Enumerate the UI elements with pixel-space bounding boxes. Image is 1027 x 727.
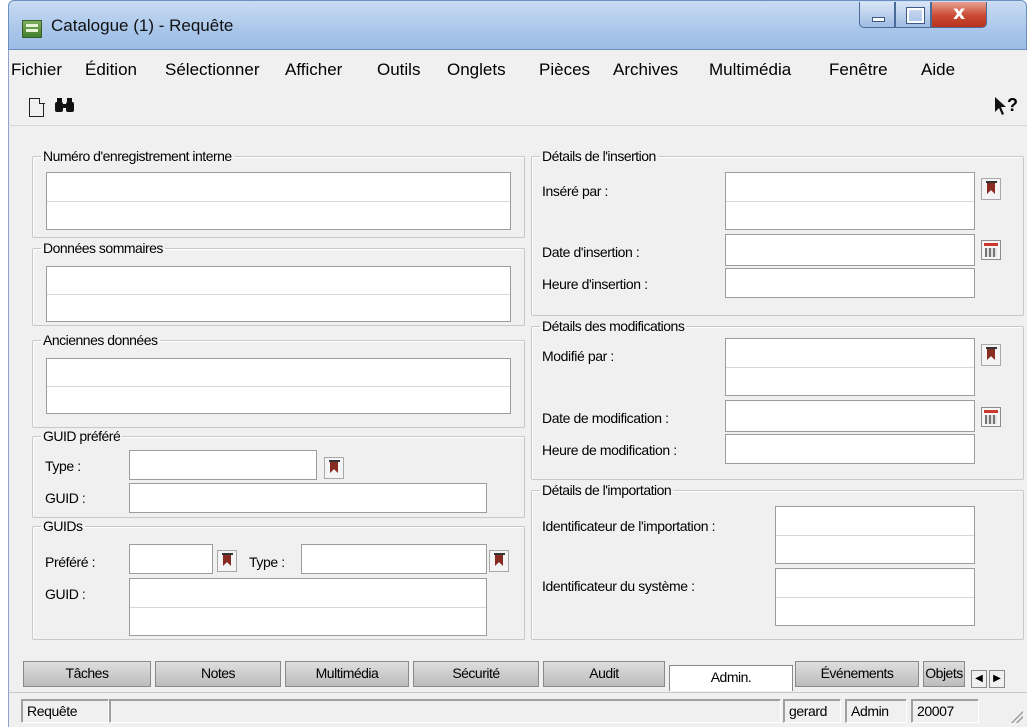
menu-bar: Fichier Édition Sélectionner Afficher Ou… [8,50,1027,88]
date-modification-label: Date de modification : [542,410,669,426]
legend-insertion: Détails de l'insertion [542,148,656,164]
menu-onglets[interactable]: Onglets [447,60,506,80]
menu-selectionner[interactable]: Sélectionner [165,60,260,80]
close-button[interactable] [931,2,987,28]
tab-securite[interactable]: Sécurité [413,661,539,687]
tab-bar: Tâches Notes Multimédia Sécurité Audit A… [8,656,1027,692]
numero-enregistrement-input[interactable] [46,172,511,230]
anciennes-donnees-input[interactable] [46,358,511,414]
date-insertion-input[interactable] [725,234,975,266]
window-title: Catalogue (1) - Requête [51,16,234,35]
ident-systeme-label: Identificateur du système : [542,578,695,594]
help-glyph: ? [1007,95,1018,115]
guid-prefere-type-lookup-icon[interactable] [324,457,344,479]
heure-modification-input[interactable] [725,434,975,464]
status-message [109,699,781,723]
guids-type-lookup-icon[interactable] [489,550,509,572]
insere-par-lookup-icon[interactable] [981,178,1001,200]
menu-outils[interactable]: Outils [377,60,420,80]
guids-prefere-input[interactable] [129,544,213,574]
tab-scroll-right-icon[interactable]: ▶ [989,670,1005,688]
insere-par-input[interactable] [725,172,975,230]
status-mode: Requête [21,699,109,723]
menu-archives[interactable]: Archives [613,60,678,80]
minimize-button[interactable] [859,2,895,28]
ident-importation-label: Identificateur de l'importation : [542,518,716,534]
tab-objets[interactable]: Objets [923,661,965,687]
legend-guids: GUIDs [43,518,83,534]
menu-edition[interactable]: Édition [85,60,137,80]
tab-audit[interactable]: Audit [543,661,665,687]
app-icon [22,20,42,38]
ident-importation-input[interactable] [775,506,975,564]
menu-afficher[interactable]: Afficher [285,60,342,80]
guid-prefere-type-input[interactable] [129,450,317,480]
status-user: gerard [783,699,841,723]
date-modification-input[interactable] [725,400,975,432]
context-help-icon[interactable]: ? [993,95,1018,118]
guids-guid-label: GUID : [45,586,86,602]
menu-pieces[interactable]: Pièces [539,60,590,80]
maximize-button[interactable] [895,2,931,28]
modifie-par-label: Modifié par : [542,348,614,364]
menu-fenetre[interactable]: Fenêtre [829,60,888,80]
tab-notes[interactable]: Notes [155,661,281,687]
heure-insertion-input[interactable] [725,268,975,298]
guids-prefere-label: Préféré : [45,554,96,570]
new-document-icon[interactable] [29,97,45,117]
guids-type-label: Type : [249,554,285,570]
binoculars-icon[interactable] [55,96,75,118]
tab-admin[interactable]: Admin. [669,665,793,691]
guid-prefere-guid-label: GUID : [45,490,86,506]
modifie-par-lookup-icon[interactable] [981,344,1001,366]
tab-multimedia[interactable]: Multimédia [285,661,409,687]
date-insertion-calendar-icon[interactable] [981,240,1001,260]
insere-par-label: Inséré par : [542,183,609,199]
title-bar: Catalogue (1) - Requête [8,0,1027,50]
guids-guid-input[interactable] [129,578,487,636]
heure-insertion-label: Heure d'insertion : [542,276,648,292]
date-modification-calendar-icon[interactable] [981,407,1001,427]
tab-scroll-left-icon[interactable]: ◀ [971,670,987,688]
status-code: 20007 [911,699,979,723]
menu-fichier[interactable]: Fichier [11,60,62,80]
resize-grip-icon[interactable] [1011,711,1023,723]
status-bar: Requête gerard Admin 20007 [8,692,1027,727]
status-role: Admin [845,699,907,723]
heure-modification-label: Heure de modification : [542,442,677,458]
legend-donnees: Données sommaires [43,240,163,256]
modifie-par-input[interactable] [725,338,975,396]
donnees-sommaires-input[interactable] [46,266,511,322]
date-insertion-label: Date d'insertion : [542,244,640,260]
guids-type-input[interactable] [301,544,487,574]
toolbar: ? [8,88,1027,126]
main-panel: Numéro d'enregistrement interne Données … [8,126,1027,656]
guid-prefere-type-label: Type : [45,458,81,474]
tab-evenements[interactable]: Événements [795,661,919,687]
guid-prefere-guid-input[interactable] [129,483,487,513]
menu-multimedia[interactable]: Multimédia [709,60,791,80]
legend-modifications: Détails des modifications [542,318,685,334]
legend-numero: Numéro d'enregistrement interne [43,148,232,164]
legend-anciennes: Anciennes données [43,332,158,348]
guids-prefere-lookup-icon[interactable] [217,550,237,572]
menu-aide[interactable]: Aide [921,60,955,80]
legend-guid-prefere: GUID préféré [43,428,121,444]
tab-taches[interactable]: Tâches [23,661,151,687]
legend-importation: Détails de l'importation [542,482,672,498]
ident-systeme-input[interactable] [775,568,975,626]
